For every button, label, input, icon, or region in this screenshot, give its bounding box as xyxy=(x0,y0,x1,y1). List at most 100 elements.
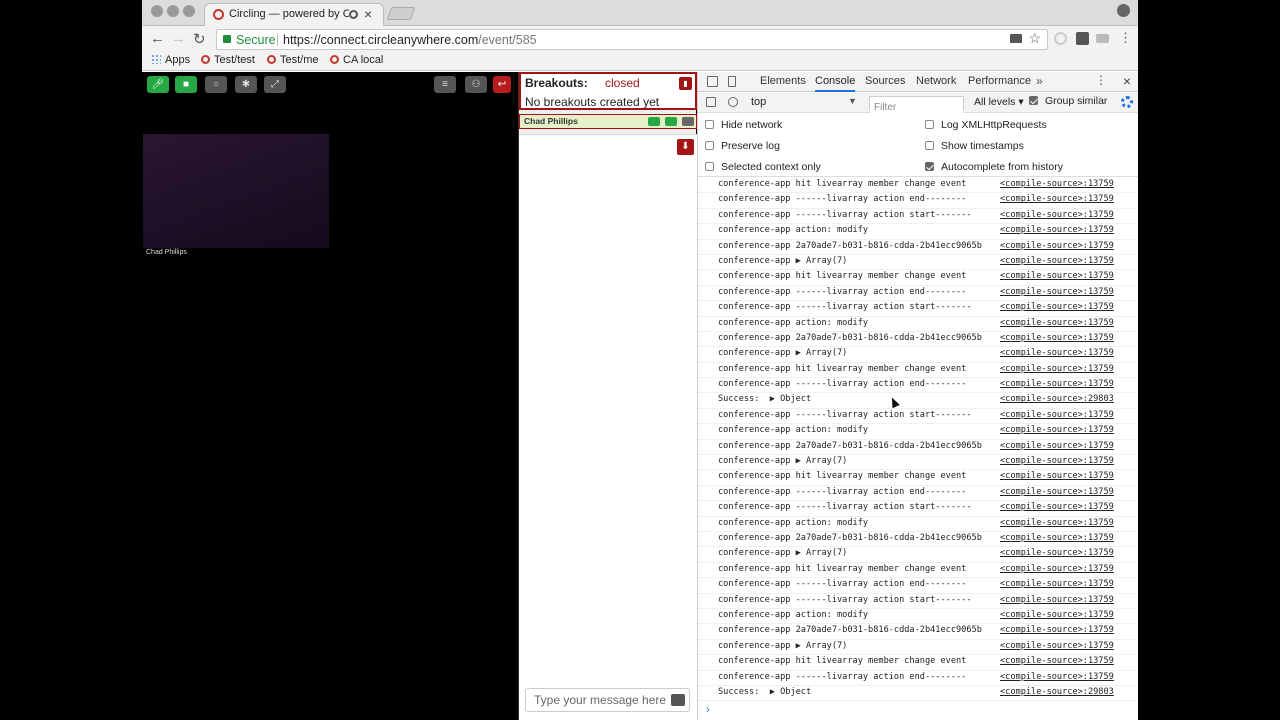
console-log-source-link[interactable]: <compile-source>:13759 xyxy=(1000,425,1114,435)
console-log-source-link[interactable]: <compile-source>:13759 xyxy=(1000,256,1114,266)
address-bar[interactable]: Secure https://connect.circleanywhere.co… xyxy=(216,29,1048,50)
exit-button[interactable]: ↩ xyxy=(493,76,511,93)
profile-icon[interactable] xyxy=(1117,4,1130,17)
console-log-source-link[interactable]: <compile-source>:13759 xyxy=(1000,672,1114,682)
console-prompt[interactable]: › xyxy=(698,704,1138,720)
bookmark-test-me[interactable]: Test/me xyxy=(267,54,319,66)
console-log-source-link[interactable]: <compile-source>:13759 xyxy=(1000,225,1114,235)
camera-button[interactable]: ■ xyxy=(175,76,197,93)
device-toolbar-icon[interactable] xyxy=(728,76,736,87)
console-log-row: Success: ▶ Object <compile-source>:29803 xyxy=(698,393,1138,409)
chat-message-input[interactable] xyxy=(526,689,666,711)
close-window-icon[interactable] xyxy=(151,5,163,17)
console-log-source-link[interactable]: <compile-source>:13759 xyxy=(1000,518,1114,528)
preserve-log-checkbox[interactable]: Preserve log xyxy=(705,140,780,152)
group-similar-checkbox[interactable]: Group similar xyxy=(1029,95,1107,107)
camera-icon[interactable] xyxy=(1010,34,1022,43)
list-view-button[interactable]: ≡ xyxy=(434,76,456,93)
log-xhr-checkbox[interactable]: Log XMLHttpRequests xyxy=(925,119,1047,131)
console-log-source-link[interactable]: <compile-source>:13759 xyxy=(1000,241,1114,251)
console-log-source-link[interactable]: <compile-source>:13759 xyxy=(1000,487,1114,497)
forward-icon[interactable]: → xyxy=(171,30,186,47)
show-timestamps-checkbox[interactable]: Show timestamps xyxy=(925,140,1024,152)
console-log-source-link[interactable]: <compile-source>:13759 xyxy=(1000,318,1114,328)
console-log-source-link[interactable]: <compile-source>:29803 xyxy=(1000,687,1114,697)
tab-close-icon[interactable]: × xyxy=(364,6,372,22)
console-log-source-link[interactable]: <compile-source>:13759 xyxy=(1000,579,1114,589)
room-mic-icon[interactable] xyxy=(648,117,660,126)
room-settings-icon[interactable] xyxy=(682,117,694,126)
people-button[interactable]: ⚇ xyxy=(465,76,487,93)
console-log-source-link[interactable]: <compile-source>:13759 xyxy=(1000,271,1114,281)
tab-elements[interactable]: Elements xyxy=(760,75,806,87)
tab-circling[interactable]: Circling — powered by Circling × xyxy=(204,3,384,26)
console-log-source-link[interactable]: <compile-source>:13759 xyxy=(1000,287,1114,297)
extension-grid-icon[interactable] xyxy=(1076,32,1089,45)
bookmark-test-test[interactable]: Test/test xyxy=(201,54,255,66)
console-log-source-link[interactable]: <compile-source>:13759 xyxy=(1000,410,1114,420)
autocomplete-checkbox[interactable]: Autocomplete from history xyxy=(925,161,1063,173)
console-filter-input[interactable] xyxy=(870,101,963,114)
console-log-source-link[interactable]: <compile-source>:13759 xyxy=(1000,348,1114,358)
console-log-source-link[interactable]: <compile-source>:13759 xyxy=(1000,610,1114,620)
chat-bubble-button[interactable]: ○ xyxy=(205,76,227,93)
tab-network[interactable]: Network xyxy=(916,75,956,87)
more-tabs-icon[interactable]: » xyxy=(1036,74,1043,88)
console-log-source-link[interactable]: <compile-source>:13759 xyxy=(1000,333,1114,343)
back-icon[interactable]: ← xyxy=(150,30,165,47)
console-log-source-link[interactable]: <compile-source>:13759 xyxy=(1000,210,1114,220)
new-tab-button[interactable] xyxy=(386,7,416,20)
console-log-source-link[interactable]: <compile-source>:13759 xyxy=(1000,625,1114,635)
console-log-source-link[interactable]: <compile-source>:13759 xyxy=(1000,564,1114,574)
extension-cast-icon[interactable] xyxy=(1096,34,1109,43)
console-log-source-link[interactable]: <compile-source>:29803 xyxy=(1000,394,1114,404)
devtools-menu-icon[interactable]: ⋮ xyxy=(1095,73,1107,87)
extension-sync-icon[interactable] xyxy=(1054,32,1067,45)
log-levels-select[interactable]: All levels ▾ xyxy=(974,96,1024,108)
url-text[interactable]: https://connect.circleanywhere.com/event… xyxy=(283,33,537,47)
inspect-element-icon[interactable] xyxy=(707,76,718,87)
console-log-source-link[interactable]: <compile-source>:13759 xyxy=(1000,379,1114,389)
menu-kebab-icon[interactable]: ⋮ xyxy=(1119,30,1132,46)
console-settings-gear-icon[interactable] xyxy=(1121,96,1133,108)
tab-performance[interactable]: Performance xyxy=(968,75,1031,87)
bookmark-star-icon[interactable]: ☆ xyxy=(1028,30,1041,47)
zoom-window-icon[interactable] xyxy=(183,5,195,17)
selected-context-checkbox[interactable]: Selected context only xyxy=(705,161,821,173)
bookmark-ca-local[interactable]: CA local xyxy=(330,54,383,66)
console-log-message: conference-app 2a70ade7-b031-b816-cdda-2… xyxy=(718,332,982,343)
console-log-source-link[interactable]: <compile-source>:13759 xyxy=(1000,441,1114,451)
fullscreen-button[interactable]: ⤢ xyxy=(264,76,286,93)
hide-network-checkbox[interactable]: Hide network xyxy=(705,119,782,131)
clear-console-icon[interactable] xyxy=(728,97,738,107)
console-log-source-link[interactable]: <compile-source>:13759 xyxy=(1000,179,1114,189)
settings-gear-button[interactable]: ✱ xyxy=(235,76,257,93)
trash-icon[interactable]: ▮ xyxy=(679,77,692,90)
tab-sources[interactable]: Sources xyxy=(865,75,905,87)
room-participant-row[interactable]: Chad Phillips xyxy=(519,114,697,129)
context-dropdown-icon[interactable]: ▼ xyxy=(848,96,857,106)
download-icon[interactable]: ⬇ xyxy=(677,139,694,155)
context-select[interactable]: top xyxy=(751,96,859,110)
bookmark-apps[interactable]: Apps xyxy=(151,54,190,66)
room-camera-icon[interactable] xyxy=(665,117,677,126)
minimize-window-icon[interactable] xyxy=(167,5,179,17)
console-log-source-link[interactable]: <compile-source>:13759 xyxy=(1000,548,1114,558)
console-sidebar-icon[interactable] xyxy=(706,97,716,107)
console-log-source-link[interactable]: <compile-source>:13759 xyxy=(1000,641,1114,651)
console-log-source-link[interactable]: <compile-source>:13759 xyxy=(1000,364,1114,374)
devtools-close-icon[interactable]: × xyxy=(1123,73,1131,89)
console-log-source-link[interactable]: <compile-source>:13759 xyxy=(1000,456,1114,466)
console-log-source-link[interactable]: <compile-source>:13759 xyxy=(1000,302,1114,312)
emoji-icon[interactable] xyxy=(671,694,685,706)
console-log-source-link[interactable]: <compile-source>:13759 xyxy=(1000,533,1114,543)
console-log-source-link[interactable]: <compile-source>:13759 xyxy=(1000,502,1114,512)
console-log-source-link[interactable]: <compile-source>:13759 xyxy=(1000,471,1114,481)
console-log-source-link[interactable]: <compile-source>:13759 xyxy=(1000,595,1114,605)
participant-video-tile[interactable]: Chad Phillips xyxy=(143,134,329,258)
console-log-source-link[interactable]: <compile-source>:13759 xyxy=(1000,656,1114,666)
reload-icon[interactable]: ↻ xyxy=(193,30,206,48)
tab-console[interactable]: Console xyxy=(815,75,856,92)
console-log-source-link[interactable]: <compile-source>:13759 xyxy=(1000,194,1114,204)
microphone-button[interactable]: 🎤︎ xyxy=(147,76,169,93)
